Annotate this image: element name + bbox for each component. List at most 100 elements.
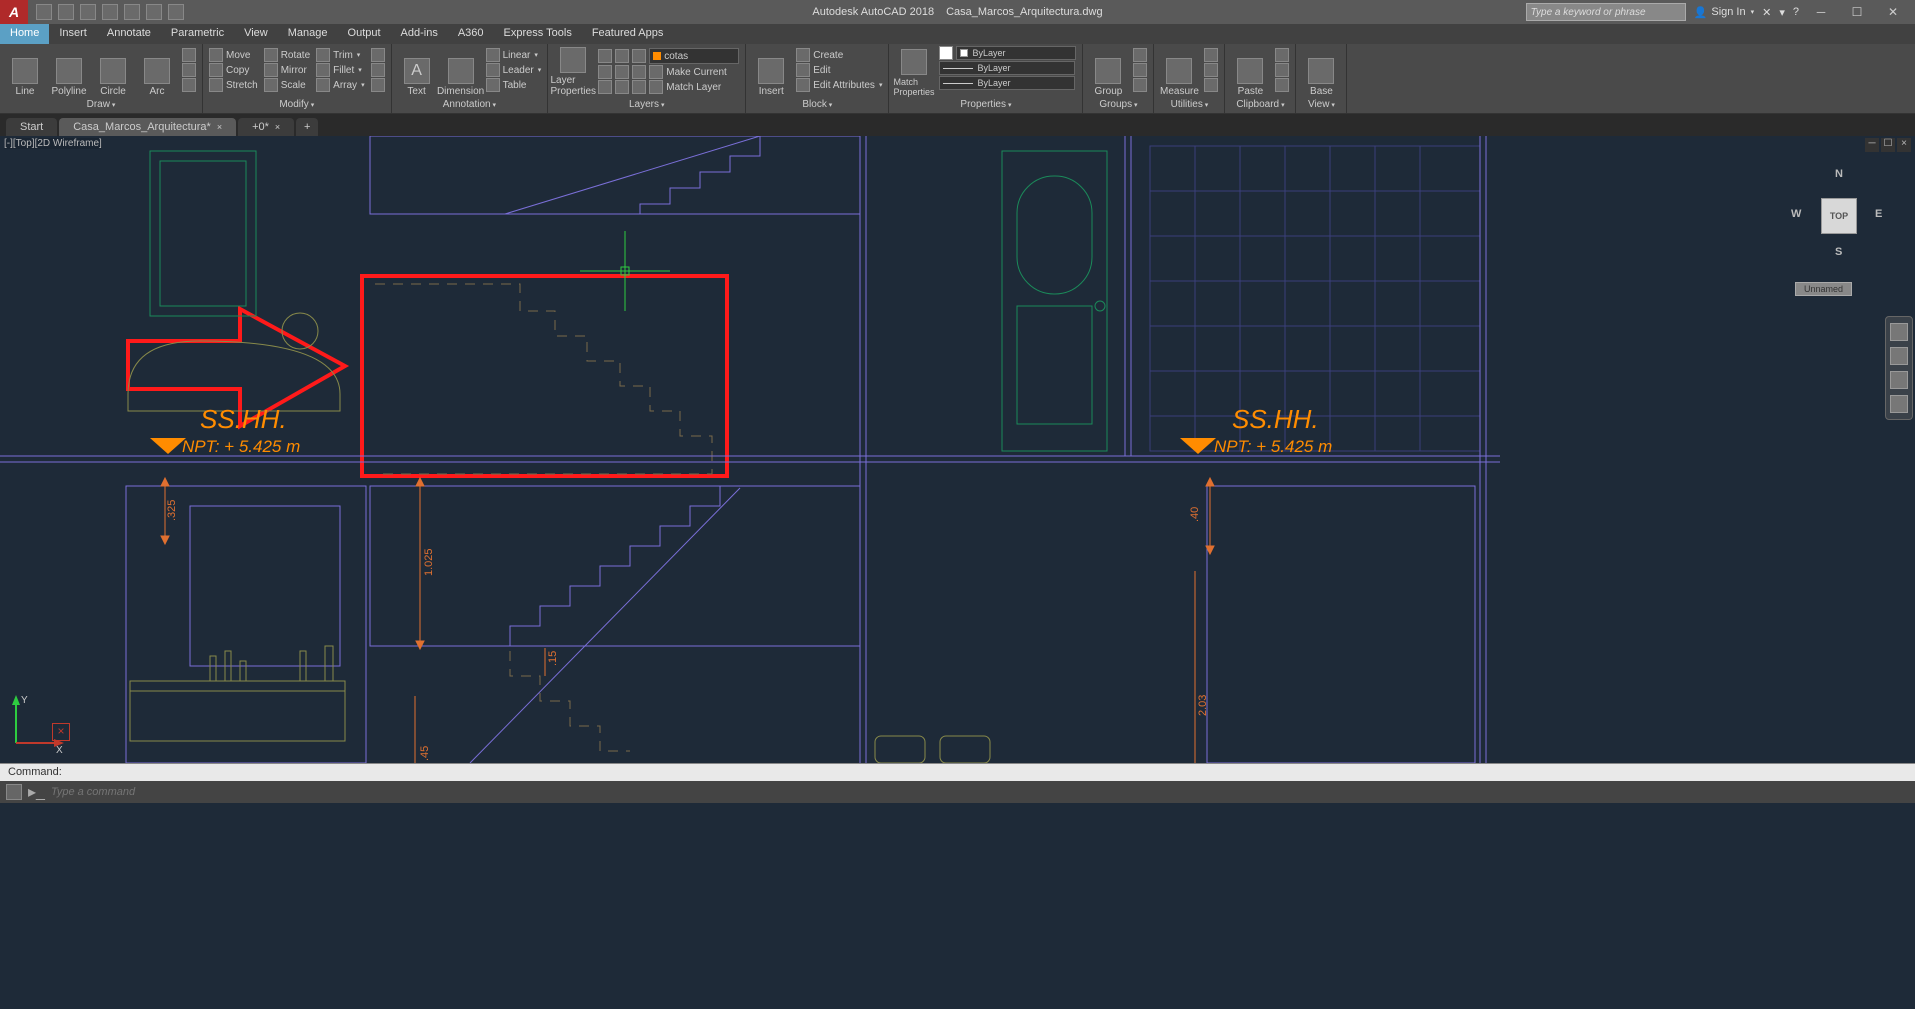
tab-featured[interactable]: Featured Apps [582, 24, 674, 44]
arc-button[interactable]: Arc [136, 46, 178, 98]
help-icon[interactable]: ? [1793, 6, 1799, 18]
copy-clip-icon[interactable] [1275, 63, 1289, 77]
create-block-button[interactable]: Create [796, 48, 882, 62]
base-view-button[interactable]: Base [1300, 46, 1342, 98]
lineweight-dropdown[interactable]: ByLayer [939, 61, 1075, 75]
draw-extra-3[interactable] [182, 78, 196, 92]
line-button[interactable]: Line [4, 46, 46, 98]
close-tab-icon[interactable]: × [217, 122, 222, 132]
match-layer-button[interactable]: Match Layer [598, 80, 739, 94]
viewcube-w[interactable]: W [1791, 208, 1801, 220]
scale-button[interactable]: Scale [264, 78, 310, 92]
filetab-start[interactable]: Start [6, 118, 57, 136]
edit-attributes-button[interactable]: Edit Attributes▾ [796, 78, 882, 92]
modify-extra-3[interactable] [371, 78, 385, 92]
move-button[interactable]: Move [209, 48, 258, 62]
layer-properties-button[interactable]: Layer Properties [552, 46, 594, 98]
rotate-button[interactable]: Rotate [264, 48, 310, 62]
panel-block-title[interactable]: Block [750, 98, 884, 111]
polyline-button[interactable]: Polyline [48, 46, 90, 98]
new-tab-button[interactable]: + [296, 118, 318, 136]
viewcube-top[interactable]: TOP [1821, 198, 1857, 234]
panel-groups-title[interactable]: Groups [1087, 98, 1149, 111]
view-cube[interactable]: N E S W TOP Unnamed [1785, 146, 1895, 296]
viewcube-n[interactable]: N [1835, 168, 1843, 180]
paste-special-icon[interactable] [1275, 78, 1289, 92]
app-menu-icon[interactable]: ▾ [1779, 6, 1785, 19]
mirror-button[interactable]: Mirror [264, 63, 310, 77]
fillet-button[interactable]: Fillet▾ [316, 63, 364, 77]
tab-annotate[interactable]: Annotate [97, 24, 161, 44]
viewcube-e[interactable]: E [1875, 208, 1882, 220]
dynamic-input-close-icon[interactable]: × [52, 723, 70, 741]
circle-button[interactable]: Circle [92, 46, 134, 98]
group-edit-icon[interactable] [1133, 48, 1147, 62]
tab-insert[interactable]: Insert [49, 24, 97, 44]
qat-undo-icon[interactable] [146, 4, 162, 20]
measure-button[interactable]: Measure [1158, 46, 1200, 98]
layer-state-icon-1[interactable] [598, 49, 612, 63]
navigation-bar[interactable] [1885, 316, 1913, 420]
qat-save-icon[interactable] [80, 4, 96, 20]
nav-pan-icon[interactable] [1890, 347, 1908, 365]
nav-orbit-icon[interactable] [1890, 395, 1908, 413]
viewcube-s[interactable]: S [1835, 246, 1842, 258]
vp-close-icon[interactable]: × [1897, 138, 1911, 152]
group-bbox-icon[interactable] [1133, 78, 1147, 92]
qat-redo-icon[interactable] [168, 4, 184, 20]
tab-view[interactable]: View [234, 24, 278, 44]
draw-extra-2[interactable] [182, 63, 196, 77]
draw-extra-1[interactable] [182, 48, 196, 62]
util-1[interactable] [1204, 48, 1218, 62]
tab-manage[interactable]: Manage [278, 24, 338, 44]
qat-plot-icon[interactable] [124, 4, 140, 20]
insert-button[interactable]: Insert [750, 46, 792, 98]
panel-view-title[interactable]: View [1300, 98, 1342, 111]
nav-zoom-icon[interactable] [1890, 371, 1908, 389]
exchange-icon[interactable]: ✕ [1762, 6, 1771, 19]
color-dropdown[interactable]: ByLayer [956, 46, 1076, 60]
util-3[interactable] [1204, 78, 1218, 92]
vp-maximize-icon[interactable]: ☐ [1881, 138, 1895, 152]
tab-home[interactable]: Home [0, 24, 49, 44]
panel-clipboard-title[interactable]: Clipboard [1229, 98, 1291, 111]
filetab-active[interactable]: Casa_Marcos_Arquitectura*× [59, 118, 236, 136]
layer-state-icon-3[interactable] [632, 49, 646, 63]
match-properties-button[interactable]: Match Properties [893, 46, 935, 98]
drawing-canvas[interactable]: .325 1.025 .15 .40 2.03 .45 SS.HH. NPT: … [0, 136, 1500, 763]
modify-extra-1[interactable] [371, 48, 385, 62]
minimize-button[interactable]: ─ [1807, 2, 1835, 22]
panel-draw-title[interactable]: Draw [4, 98, 198, 111]
maximize-button[interactable]: ☐ [1843, 2, 1871, 22]
dimension-button[interactable]: Dimension [440, 46, 482, 98]
panel-annotation-title[interactable]: Annotation [396, 98, 544, 111]
paste-button[interactable]: Paste [1229, 46, 1271, 98]
stretch-button[interactable]: Stretch [209, 78, 258, 92]
edit-block-button[interactable]: Edit [796, 63, 882, 77]
layer-dropdown[interactable]: cotas [649, 48, 739, 64]
color-icon[interactable] [939, 46, 953, 60]
tab-addins[interactable]: Add-ins [391, 24, 448, 44]
command-input[interactable] [51, 786, 1909, 798]
tab-parametric[interactable]: Parametric [161, 24, 234, 44]
modify-extra-2[interactable] [371, 63, 385, 77]
panel-properties-title[interactable]: Properties [893, 98, 1078, 111]
vp-minimize-icon[interactable]: ─ [1865, 138, 1879, 152]
panel-utilities-title[interactable]: Utilities [1158, 98, 1220, 111]
qat-new-icon[interactable] [36, 4, 52, 20]
tab-a360[interactable]: A360 [448, 24, 494, 44]
nav-wheel-icon[interactable] [1890, 323, 1908, 341]
copy-button[interactable]: Copy [209, 63, 258, 77]
util-2[interactable] [1204, 63, 1218, 77]
signin-button[interactable]: 👤 Sign In ▾ [1694, 6, 1754, 19]
trim-button[interactable]: Trim▾ [316, 48, 364, 62]
linetype-dropdown[interactable]: ByLayer [939, 76, 1075, 90]
tab-output[interactable]: Output [338, 24, 391, 44]
app-logo[interactable]: A [0, 0, 28, 24]
command-line[interactable]: ▸_ [0, 781, 1915, 803]
panel-layers-title[interactable]: Layers [552, 98, 741, 111]
table-button[interactable]: Table [486, 78, 542, 92]
viewcube-ucs-label[interactable]: Unnamed [1795, 282, 1852, 296]
leader-button[interactable]: Leader▾ [486, 63, 542, 77]
make-current-button[interactable]: Make Current [598, 65, 739, 79]
